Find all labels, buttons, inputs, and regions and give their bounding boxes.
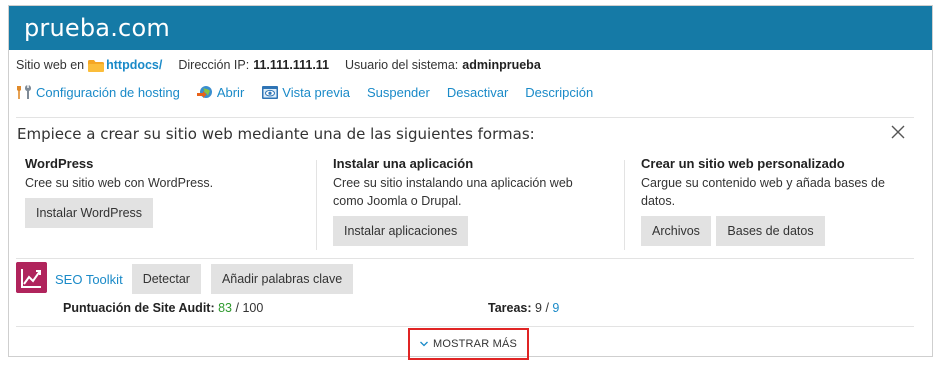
column-separator xyxy=(624,160,625,250)
seo-toolkit-row: SEO Toolkit Detectar Añadir palabras cla… xyxy=(55,264,355,294)
divider xyxy=(16,326,914,327)
custom-site-title: Crear un sitio web personalizado xyxy=(641,156,845,171)
site-audit-score: Puntuación de Site Audit: 83 / 100 xyxy=(63,301,263,315)
install-app-title: Instalar una aplicación xyxy=(333,156,474,171)
install-app-desc-line1: Cree su sitio instalando una aplicación … xyxy=(333,176,573,190)
open-label: Abrir xyxy=(216,85,245,100)
suspend-link[interactable]: Suspender xyxy=(367,85,430,100)
wordpress-desc: Cree su sitio web con WordPress. xyxy=(25,176,214,190)
hosting-settings-label: Configuración de hosting xyxy=(36,85,180,100)
detect-button[interactable]: Detectar xyxy=(131,264,201,294)
httpdocs-link[interactable]: httpdocs/ xyxy=(106,58,162,72)
install-app-desc-line2: como Joomla o Drupal. xyxy=(333,194,462,208)
wordpress-title: WordPress xyxy=(25,156,94,171)
tasks-done: 9 / xyxy=(535,301,549,315)
preview-link[interactable]: Vista previa xyxy=(261,85,350,100)
site-label: Sitio web en xyxy=(16,58,85,72)
ip-label: Dirección IP: xyxy=(178,58,250,72)
deactivate-link[interactable]: Desactivar xyxy=(447,85,508,100)
divider xyxy=(16,258,914,259)
folder-icon xyxy=(88,60,105,72)
show-more-button[interactable]: MOSTRAR MÁS xyxy=(408,328,529,360)
domain-title[interactable]: prueba.com xyxy=(24,14,170,42)
site-audit-value: 83 xyxy=(218,301,233,315)
tools-icon xyxy=(17,85,31,99)
open-link[interactable]: Abrir xyxy=(196,85,245,100)
divider xyxy=(16,117,914,118)
seo-toolkit-link[interactable]: SEO Toolkit xyxy=(55,272,123,287)
site-audit-label: Puntuación de Site Audit: xyxy=(63,301,215,315)
hosting-settings-link[interactable]: Configuración de hosting xyxy=(16,85,180,100)
install-apps-button[interactable]: Instalar aplicaciones xyxy=(333,216,469,246)
databases-button[interactable]: Bases de datos xyxy=(716,216,825,246)
start-section-title: Empiece a crear su sitio web mediante un… xyxy=(17,125,535,143)
preview-icon xyxy=(262,86,279,99)
custom-site-desc-line2: datos. xyxy=(641,194,676,208)
install-wordpress-button[interactable]: Instalar WordPress xyxy=(25,198,154,228)
files-button[interactable]: Archivos xyxy=(641,216,711,246)
chevron-down-icon xyxy=(419,341,428,347)
show-more-label: MOSTRAR MÁS xyxy=(432,338,518,350)
custom-site-desc-line1: Cargue su contenido web y añada bases de xyxy=(641,176,885,190)
wordpress-column: WordPress Cree su sitio web con WordPres… xyxy=(25,156,305,228)
column-separator xyxy=(316,160,317,250)
system-user-value: adminprueba xyxy=(462,58,541,72)
seo-toolkit-icon xyxy=(16,262,47,293)
card-header: prueba.com xyxy=(9,6,932,50)
ip-value: 11.111.111.11 xyxy=(253,58,330,72)
tasks-total-link[interactable]: 9 xyxy=(552,301,559,315)
globe-open-icon xyxy=(196,86,212,98)
site-info-row: Sitio web en httpdocs/ Dirección IP: 11.… xyxy=(16,58,541,72)
close-icon[interactable] xyxy=(890,124,906,140)
tasks-count: Tareas: 9 / 9 xyxy=(488,301,559,315)
site-actions: Configuración de hosting Abrir Vista pre… xyxy=(16,85,610,100)
description-link[interactable]: Descripción xyxy=(525,85,593,100)
add-keywords-button[interactable]: Añadir palabras clave xyxy=(210,264,354,294)
site-audit-total: / 100 xyxy=(235,301,264,315)
system-user-label: Usuario del sistema: xyxy=(345,58,459,72)
custom-site-column: Crear un sitio web personalizado Cargue … xyxy=(641,156,921,246)
preview-label: Vista previa xyxy=(282,85,350,100)
install-app-column: Instalar una aplicación Cree su sitio in… xyxy=(333,156,613,246)
tasks-label: Tareas: xyxy=(488,301,532,315)
